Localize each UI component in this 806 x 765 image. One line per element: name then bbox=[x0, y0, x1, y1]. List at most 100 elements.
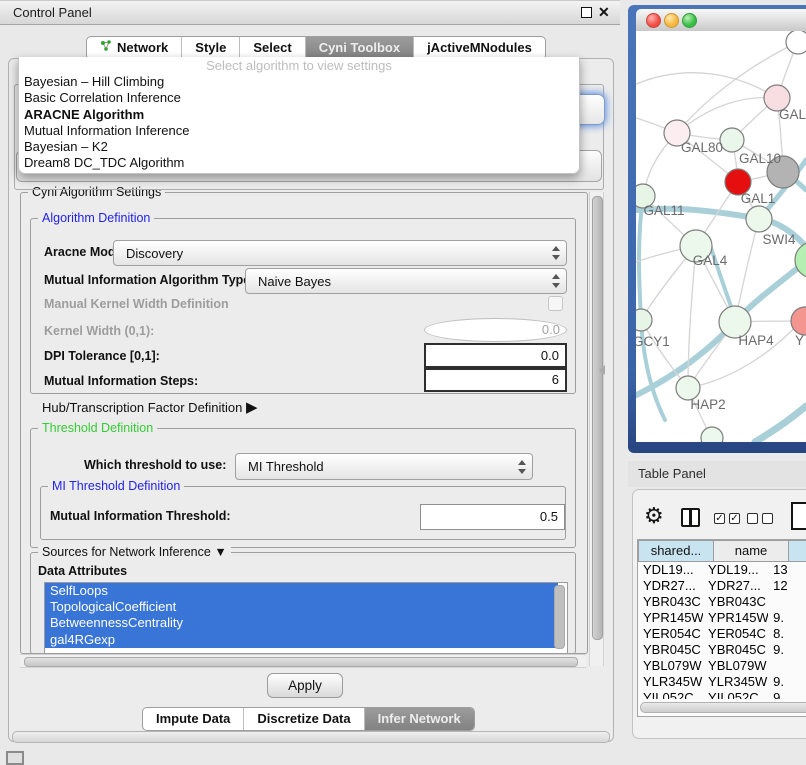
mi-steps-field[interactable]: 6 bbox=[424, 368, 567, 392]
network-node[interactable] bbox=[720, 128, 744, 152]
panel-splitter-handle[interactable] bbox=[599, 365, 605, 375]
tab-cyni-toolbox[interactable]: Cyni Toolbox bbox=[305, 37, 413, 59]
network-node[interactable] bbox=[701, 427, 723, 442]
table-row[interactable]: YLR345WYLR345W9. bbox=[638, 674, 806, 690]
tab-label: Style bbox=[195, 37, 226, 59]
tab-select[interactable]: Select bbox=[239, 37, 304, 59]
close-icon[interactable]: ✕ bbox=[598, 2, 610, 23]
node-label: GAL1 bbox=[741, 191, 776, 206]
tab-label: Discretize Data bbox=[257, 708, 350, 730]
gear-icon[interactable]: ⚙ bbox=[644, 503, 664, 529]
manual-kernel-checkbox[interactable] bbox=[548, 296, 563, 311]
minimize-traffic-light[interactable] bbox=[664, 13, 679, 28]
sources-group-label: Sources for Network Inference ▼ bbox=[38, 545, 231, 559]
apply-button[interactable]: Apply bbox=[267, 673, 343, 698]
settings-hscroll-thumb[interactable] bbox=[24, 657, 578, 667]
node-label: GAL11 bbox=[643, 203, 684, 218]
aracne-mode-select[interactable]: Discovery bbox=[113, 240, 567, 266]
float-window-icon[interactable] bbox=[581, 7, 592, 18]
settings-horizontal-scrollbar[interactable] bbox=[20, 654, 586, 668]
table-row[interactable]: YDL19...YDL19...13 bbox=[638, 562, 806, 578]
panel-bottom-scrollbar-thumb[interactable] bbox=[12, 731, 610, 743]
network-edge[interactable] bbox=[639, 196, 665, 420]
network-node[interactable] bbox=[791, 307, 806, 335]
table-row[interactable]: YDR27...YDR27...12 bbox=[638, 578, 806, 594]
tab-jactivemnodules[interactable]: jActiveMNodules bbox=[413, 37, 545, 59]
algorithm-option[interactable]: Bayesian – Hill Climbing bbox=[19, 74, 579, 90]
table-hscroll-thumb[interactable] bbox=[640, 702, 806, 713]
network-canvas[interactable]: GALGAL80GAL10GAL1GAL11SWI4GAL4GCY1HAP4YH… bbox=[636, 31, 806, 442]
columns-icon[interactable] bbox=[681, 508, 700, 527]
column-header-a[interactable]: A bbox=[788, 540, 806, 562]
network-node[interactable] bbox=[746, 206, 772, 232]
table-row[interactable]: YER054CYER054C8. bbox=[638, 626, 806, 642]
data-attributes-list[interactable]: SelfLoopsTopologicalCoefficientBetweenne… bbox=[44, 582, 568, 654]
tab-style[interactable]: Style bbox=[181, 37, 239, 59]
table-cell: YLR345W bbox=[703, 674, 768, 690]
attribute-list-item[interactable]: BetweennessCentrality bbox=[45, 615, 558, 631]
network-node[interactable] bbox=[636, 309, 652, 331]
table-cell: YBL079W bbox=[638, 658, 703, 674]
list-scrollbar-thumb[interactable] bbox=[554, 585, 565, 649]
network-window-titlebar[interactable] bbox=[636, 9, 806, 32]
attribute-list-item[interactable]: gal4RGexp bbox=[45, 632, 558, 648]
hub-definition-expander[interactable]: Hub/Transcription Factor Definition ▶ bbox=[42, 398, 258, 418]
network-node[interactable] bbox=[786, 31, 806, 54]
table-row[interactable]: YBR045CYBR045C9. bbox=[638, 642, 806, 658]
collapse-down-icon[interactable]: ▼ bbox=[214, 545, 226, 559]
node-label: GCY1 bbox=[636, 334, 670, 349]
kernel-width-field[interactable]: 0.0 bbox=[424, 318, 567, 342]
close-traffic-light[interactable] bbox=[646, 13, 661, 28]
algorithm-option[interactable]: Bayesian – K2 bbox=[19, 139, 579, 155]
network-edge[interactable] bbox=[636, 73, 777, 98]
table-cell: YBR045C bbox=[703, 642, 768, 658]
table-cell: YBR045C bbox=[638, 642, 703, 658]
table-cell: YIL052C bbox=[703, 690, 768, 699]
attribute-list-item[interactable]: SelfLoops bbox=[45, 583, 558, 599]
subtab-discretize-data[interactable]: Discretize Data bbox=[243, 708, 363, 730]
tab-network[interactable]: Network bbox=[87, 37, 181, 59]
network-edge[interactable] bbox=[755, 406, 806, 442]
algorithm-option[interactable]: Basic Correlation Inference bbox=[19, 90, 579, 106]
network-icon bbox=[100, 37, 112, 59]
mi-threshold-field[interactable]: 0.5 bbox=[420, 504, 565, 530]
which-threshold-select[interactable]: MI Threshold bbox=[235, 453, 533, 480]
document-icon[interactable] bbox=[791, 502, 806, 530]
dock-panel-icon[interactable] bbox=[6, 751, 24, 765]
column-header-name[interactable]: name bbox=[713, 540, 789, 562]
expand-right-icon: ▶ bbox=[246, 399, 258, 416]
tab-label: Infer Network bbox=[378, 708, 461, 730]
table-cell: YBL079W bbox=[703, 658, 768, 674]
table-row[interactable]: YPR145WYPR145W9. bbox=[638, 610, 806, 626]
network-edge[interactable] bbox=[677, 97, 777, 133]
mi-steps-label: Mutual Information Steps: bbox=[44, 370, 198, 392]
table-row[interactable]: YIL052CYIL052C9 bbox=[638, 690, 806, 699]
subtab-impute-data[interactable]: Impute Data bbox=[143, 708, 243, 730]
subtab-infer-network[interactable]: Infer Network bbox=[364, 708, 474, 730]
control-panel-titlebar: Control Panel ✕ bbox=[0, 0, 620, 25]
table-cell bbox=[768, 594, 806, 610]
table-cell: YDL19... bbox=[703, 562, 768, 578]
tab-label: jActiveMNodules bbox=[427, 37, 532, 59]
table-cell: YIL052C bbox=[638, 690, 703, 699]
table-row[interactable]: YBR043CYBR043C bbox=[638, 594, 806, 610]
zoom-traffic-light[interactable] bbox=[682, 13, 697, 28]
select-all-checkboxes-icon[interactable]: ✓ ✓ bbox=[714, 513, 740, 524]
table-body: YDL19...YDL19...13YDR27...YDR27...12YBR0… bbox=[638, 562, 806, 699]
table-row[interactable]: YBL079WYBL079W bbox=[638, 658, 806, 674]
algorithm-option[interactable]: Dream8 DC_TDC Algorithm bbox=[19, 155, 579, 171]
algorithm-option[interactable]: Mutual Information Inference bbox=[19, 123, 579, 139]
table-header-row: shared...nameA bbox=[638, 540, 806, 562]
unchecked-box-icon bbox=[747, 513, 758, 524]
mi-type-select[interactable]: Naive Bayes bbox=[245, 268, 567, 294]
algorithm-option[interactable]: ARACNE Algorithm bbox=[19, 107, 579, 123]
dpi-tolerance-field[interactable]: 0.0 bbox=[424, 343, 567, 368]
deselect-all-checkboxes-icon[interactable] bbox=[747, 513, 773, 524]
settings-vscroll-thumb[interactable] bbox=[592, 196, 603, 640]
settings-vertical-scrollbar[interactable] bbox=[589, 192, 604, 666]
attribute-list-item[interactable]: TopologicalCoefficient bbox=[45, 599, 558, 615]
column-header-shared[interactable]: shared... bbox=[638, 540, 714, 562]
table-cell: YDR27... bbox=[638, 578, 703, 594]
node-label: GAL4 bbox=[693, 253, 728, 268]
tab-label: Impute Data bbox=[156, 708, 230, 730]
